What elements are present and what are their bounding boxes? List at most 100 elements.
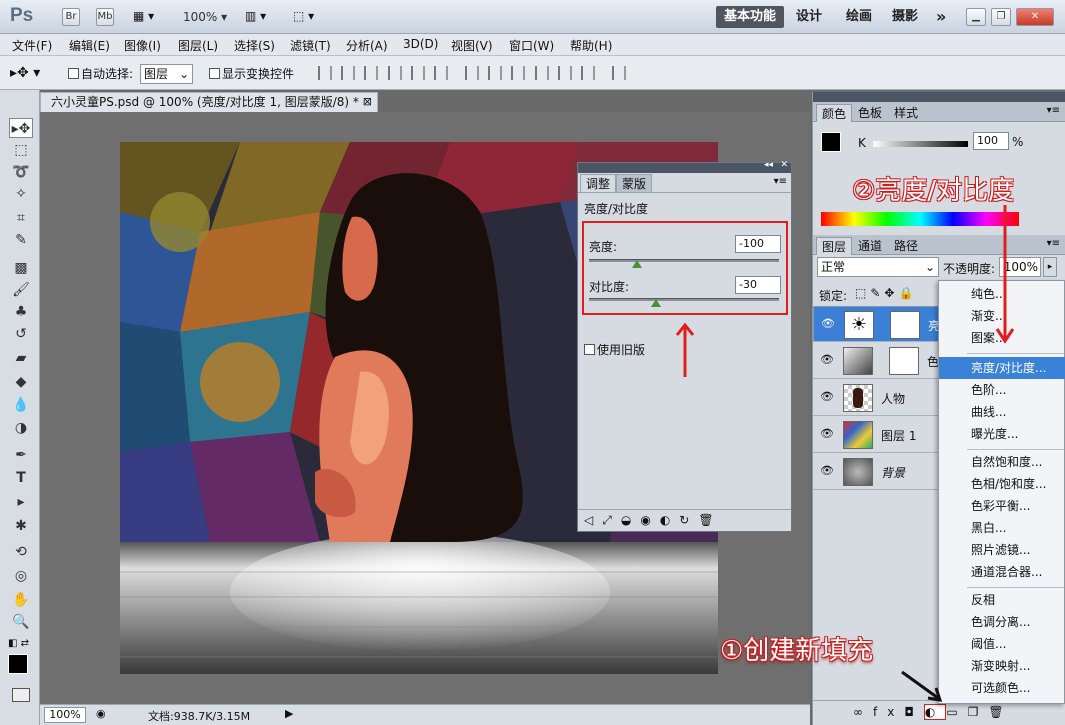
menu-analysis[interactable]: 分析(A): [346, 37, 388, 54]
menu-item-posterize[interactable]: 色调分离...: [939, 611, 1065, 633]
eye-icon[interactable]: 👁: [819, 390, 835, 404]
paint-bucket-tool-icon[interactable]: ◆: [9, 372, 33, 392]
status-zoom-field[interactable]: 100%: [44, 707, 86, 723]
menu-item-threshold[interactable]: 阈值...: [939, 633, 1065, 655]
align-hcenter-icon[interactable]: [411, 66, 425, 80]
default-colors-icon[interactable]: ◧ ⇄: [8, 638, 29, 649]
menu-item-gradient-map[interactable]: 渐变映射...: [939, 655, 1065, 677]
mini-bridge-button[interactable]: Mb: [96, 8, 114, 26]
zoom-tool-icon[interactable]: 🔍: [9, 612, 33, 632]
menu-item-channel-mixer[interactable]: 通道混合器...: [939, 561, 1065, 583]
k-slider[interactable]: [873, 141, 968, 147]
eye-icon[interactable]: 👁: [820, 317, 836, 331]
status-menu-arrow-icon[interactable]: ▶: [285, 707, 293, 720]
pen-tool-icon[interactable]: ✒: [9, 445, 33, 465]
layer-row[interactable]: 👁 ☀ 亮: [813, 306, 953, 342]
tab-paths[interactable]: 路径: [889, 237, 923, 255]
tab-styles[interactable]: 样式: [889, 104, 923, 122]
show-transform-controls-checkbox[interactable]: 显示变换控件: [209, 65, 294, 82]
tab-swatches[interactable]: 色板: [853, 104, 887, 122]
panel-header[interactable]: ◂◂ ✕: [578, 160, 791, 173]
3d-rotate-tool-icon[interactable]: ⟲: [9, 542, 33, 562]
workspace-photography[interactable]: 摄影: [884, 6, 926, 28]
use-legacy-checkbox[interactable]: 使用旧版: [584, 341, 645, 358]
distribute-hcenter-icon[interactable]: [558, 66, 572, 80]
contrast-field[interactable]: -30: [735, 276, 781, 294]
auto-select-checkbox[interactable]: 自动选择:: [68, 65, 133, 82]
menu-3d[interactable]: 3D(D): [403, 37, 438, 51]
menu-window[interactable]: 窗口(W): [509, 37, 554, 54]
visibility-icon[interactable]: ◉: [640, 513, 659, 527]
menu-item-curves[interactable]: 曲线...: [939, 401, 1065, 423]
layers-panel-menu-icon[interactable]: ▾≡: [1047, 238, 1060, 249]
menu-item-black-white[interactable]: 黑白...: [939, 517, 1065, 539]
add-mask-icon[interactable]: ◘: [904, 705, 924, 719]
path-selection-tool-icon[interactable]: ▸: [9, 492, 33, 512]
workspace-essentials[interactable]: 基本功能: [716, 6, 785, 28]
lock-icons[interactable]: ⬚✎✥🔒: [855, 286, 917, 300]
more-workspaces-button[interactable]: »: [928, 6, 954, 28]
shape-tool-icon[interactable]: ✱: [9, 516, 33, 536]
collapse-icon[interactable]: ◂◂: [764, 160, 773, 170]
marquee-tool-icon[interactable]: ⬚: [9, 140, 33, 160]
tab-layers[interactable]: 图层: [816, 237, 853, 255]
eye-icon[interactable]: 👁: [819, 353, 835, 367]
menu-help[interactable]: 帮助(H): [570, 37, 612, 54]
contrast-slider[interactable]: [589, 298, 779, 301]
brightness-slider[interactable]: [589, 259, 779, 262]
menu-filter[interactable]: 滤镜(T): [290, 37, 331, 54]
color-ramp[interactable]: [821, 212, 1019, 226]
status-info-icon[interactable]: ◉: [96, 707, 106, 720]
menu-edit[interactable]: 编辑(E): [69, 37, 110, 54]
align-bottom-icon[interactable]: [364, 66, 378, 80]
color-panel-menu-icon[interactable]: ▾≡: [1047, 105, 1060, 116]
color-fg-swatch[interactable]: [821, 132, 841, 152]
arrange-documents-dropdown[interactable]: ▥ ▾: [245, 9, 266, 23]
menu-item-selective-color[interactable]: 可选颜色...: [939, 677, 1065, 699]
menu-item-levels[interactable]: 色阶...: [939, 379, 1065, 401]
blend-mode-dropdown[interactable]: 正常 ⌄: [817, 257, 939, 277]
panel-menu-icon[interactable]: ▾≡: [774, 176, 787, 187]
hand-tool-icon[interactable]: ✋: [9, 590, 33, 610]
auto-select-target-dropdown[interactable]: 图层 ⌄: [140, 64, 193, 84]
3d-orbit-tool-icon[interactable]: ◎: [9, 566, 33, 586]
quick-selection-tool-icon[interactable]: ✧: [9, 184, 33, 204]
move-tool-icon[interactable]: ▸✥: [9, 118, 33, 138]
layer-row[interactable]: 👁 图层 1: [813, 417, 953, 453]
auto-align-icon[interactable]: [612, 66, 626, 80]
tab-channels[interactable]: 通道: [853, 237, 887, 255]
menu-item-brightness-contrast[interactable]: 亮度/对比度...: [939, 357, 1065, 379]
layer-row[interactable]: 👁 背景: [813, 454, 953, 490]
quick-mask-icon[interactable]: [12, 688, 30, 702]
layer-row[interactable]: 👁 色: [813, 343, 953, 379]
new-group-icon[interactable]: ▭: [946, 705, 967, 719]
type-tool-icon[interactable]: T: [9, 468, 33, 488]
zoom-level[interactable]: 100% ▾: [183, 10, 227, 24]
eraser-tool-icon[interactable]: ▰: [9, 348, 33, 368]
expand-view-icon[interactable]: ⤢: [602, 513, 621, 527]
menu-layer[interactable]: 图层(L): [178, 37, 218, 54]
move-tool-icon[interactable]: ▸✥ ▾: [10, 65, 40, 81]
distribute-vcenter-icon[interactable]: [488, 66, 502, 80]
delete-icon[interactable]: 🗑: [698, 513, 722, 527]
menu-item-color-balance[interactable]: 色彩平衡...: [939, 495, 1065, 517]
link-layers-icon[interactable]: ∞: [853, 705, 873, 719]
menu-view[interactable]: 视图(V): [451, 37, 493, 54]
menu-select[interactable]: 选择(S): [234, 37, 275, 54]
dodge-tool-icon[interactable]: ◑: [9, 418, 33, 438]
screen-mode-dropdown[interactable]: ⬚ ▾: [293, 9, 314, 23]
eye-icon[interactable]: 👁: [819, 427, 835, 441]
align-vcenter-icon[interactable]: [341, 66, 355, 80]
opacity-arrow-icon[interactable]: ▸: [1043, 257, 1057, 277]
menu-item-photo-filter[interactable]: 照片滤镜...: [939, 539, 1065, 561]
align-right-icon[interactable]: [434, 66, 448, 80]
menu-item-hue-saturation[interactable]: 色相/饱和度...: [939, 473, 1065, 495]
close-icon[interactable]: ✕: [1016, 8, 1054, 26]
workspace-painting[interactable]: 绘画: [838, 6, 880, 28]
menu-item-exposure[interactable]: 曝光度...: [939, 423, 1065, 445]
align-top-icon[interactable]: [318, 66, 332, 80]
tab-masks[interactable]: 蒙版: [616, 174, 653, 192]
lasso-tool-icon[interactable]: ➰: [9, 162, 33, 182]
delete-layer-icon[interactable]: 🗑: [988, 705, 1013, 719]
align-left-icon[interactable]: [388, 66, 402, 80]
